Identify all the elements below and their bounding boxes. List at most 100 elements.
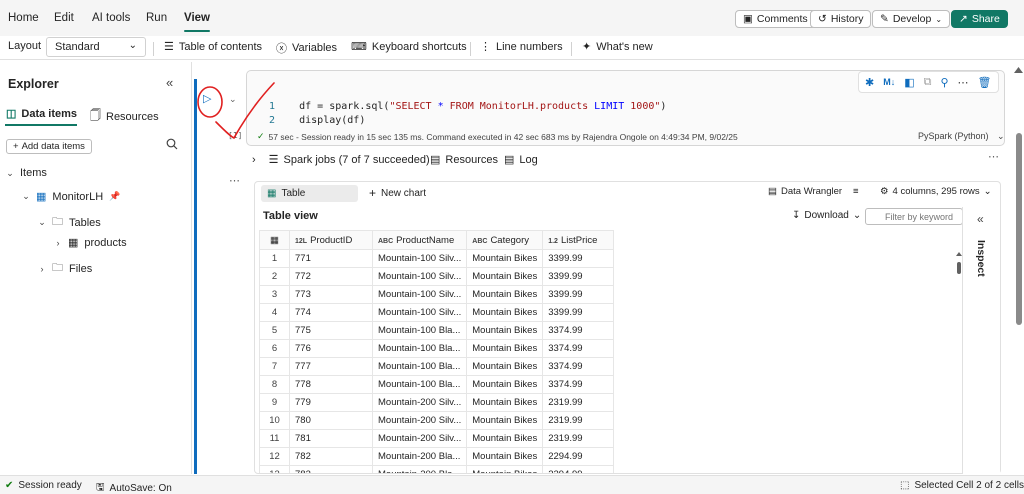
table-cell[interactable]: Mountain-100 Bla... (371, 357, 468, 376)
tree-item-products[interactable]: › ▦ products (54, 236, 127, 250)
table-settings-button[interactable]: ⚙ 4 columns, 295 rows ⌄ (880, 186, 992, 197)
tree-item-lakehouse[interactable]: ⌄ ▦ MonitorLH 📌 (22, 190, 120, 204)
table-cell[interactable]: Mountain-100 Silv... (371, 285, 468, 304)
table-cell[interactable]: Mountain-100 Bla... (371, 375, 468, 394)
pin-icon[interactable]: 📌 (109, 191, 120, 202)
table-cell[interactable]: Mountain-200 Bla... (371, 465, 468, 473)
table-cell[interactable]: 2319.99 (542, 429, 615, 448)
keyboard-shortcuts-button[interactable]: ⌨ Keyboard shortcuts (351, 40, 467, 54)
table-row[interactable]: 6 776 Mountain-100 Bla... Mountain Bikes 337… (259, 339, 615, 358)
tree-items-header[interactable]: ⌄ Items (6, 167, 47, 179)
scroll-up-icon[interactable] (1013, 66, 1024, 74)
whats-new-button[interactable]: ✦ What's new (582, 40, 653, 54)
log-link[interactable]: ▤ Log (504, 153, 538, 167)
table-of-contents-button[interactable]: ☰ Table of contents (164, 40, 262, 54)
comments-button[interactable]: ▣ Comments (735, 10, 816, 28)
data-wrangler-button[interactable]: ▤ Data Wrangler (768, 186, 842, 197)
autosave-status[interactable]: 🖫 AutoSave: On (96, 480, 172, 494)
table-cell[interactable]: Mountain Bikes (466, 393, 544, 412)
table-cell[interactable]: Mountain Bikes (466, 465, 544, 473)
table-cell[interactable]: Mountain Bikes (466, 267, 544, 286)
table-row[interactable]: 9 779 Mountain-200 Silv... Mountain Bikes 23… (259, 393, 615, 412)
tab-data-items[interactable]: ◫ Data items (6, 107, 77, 121)
markdown-icon[interactable]: M↓ (883, 77, 895, 87)
table-row[interactable]: 1 771 Mountain-100 Silv... Mountain Bikes 33… (259, 249, 615, 268)
code-line-2[interactable]: 2 display(df) (269, 115, 365, 126)
table-cell[interactable]: Mountain-100 Bla... (371, 339, 468, 358)
table-cell[interactable]: 2319.99 (542, 393, 615, 412)
table-cell[interactable]: 783 (289, 465, 373, 473)
table-row[interactable]: 3 773 Mountain-100 Silv... Mountain Bikes 33… (259, 285, 615, 304)
table-cell[interactable]: Mountain-100 Silv... (371, 249, 468, 268)
table-cell[interactable]: Mountain Bikes (466, 429, 544, 448)
table-cell[interactable]: Mountain Bikes (466, 321, 544, 340)
table-row[interactable]: 2 772 Mountain-100 Silv... Mountain Bikes 33… (259, 267, 615, 286)
table-cell[interactable]: Mountain Bikes (466, 285, 544, 304)
copilot-icon[interactable]: ✱ (865, 76, 874, 89)
tree-item-files[interactable]: › 🗀 Files (38, 259, 93, 278)
layout-select[interactable]: Standard ⌄ (46, 37, 146, 57)
table-cell[interactable]: Mountain Bikes (466, 411, 544, 430)
language-select[interactable]: PySpark (Python) ⌄ (918, 131, 1005, 142)
table-scrollbar[interactable] (956, 252, 962, 274)
table-cell[interactable]: 3374.99 (542, 321, 615, 340)
table-cell[interactable]: 3399.99 (542, 267, 615, 286)
table-cell[interactable]: 3374.99 (542, 339, 615, 358)
lock-icon[interactable]: ⚲ (940, 76, 948, 89)
table-cell[interactable]: 773 (289, 285, 373, 304)
line-numbers-button[interactable]: ⋮ Line numbers (480, 40, 563, 54)
menu-run[interactable]: Run (146, 12, 167, 24)
search-icon[interactable] (166, 138, 178, 153)
session-status[interactable]: ✔ Session ready (5, 480, 82, 491)
table-row[interactable]: 7 777 Mountain-100 Bla... Mountain Bikes 337… (259, 357, 615, 376)
table-cell[interactable]: 2319.99 (542, 411, 615, 430)
more-icon[interactable]: ⋯ (229, 174, 240, 187)
table-cell[interactable]: Mountain-200 Bla... (371, 447, 468, 466)
inspect-label[interactable]: Inspect (975, 240, 987, 277)
expand-icon[interactable]: « (977, 212, 984, 226)
table-tab[interactable]: ▦ Table (261, 185, 358, 202)
code-line-1[interactable]: 1 df = spark.sql("SELECT * FROM MonitorL… (269, 101, 666, 112)
table-row[interactable]: 12 782 Mountain-200 Bla... Mountain Bikes 22… (259, 447, 615, 466)
table-row[interactable]: 5 775 Mountain-100 Bla... Mountain Bikes 337… (259, 321, 615, 340)
table-cell[interactable]: 775 (289, 321, 373, 340)
table-cell[interactable]: 778 (289, 375, 373, 394)
table-cell[interactable]: 3374.99 (542, 375, 615, 394)
table-cell[interactable]: 774 (289, 303, 373, 322)
table-cell[interactable]: 777 (289, 357, 373, 376)
table-row[interactable]: 4 774 Mountain-100 Silv... Mountain Bikes 33… (259, 303, 615, 322)
table-cell[interactable]: 3399.99 (542, 249, 615, 268)
table-row[interactable]: 13783Mountain-200 Bla...Mountain Bikes22… (259, 465, 615, 473)
column-header-productid[interactable]: 12L ProductID (289, 230, 373, 250)
table-row[interactable]: 11 781 Mountain-200 Silv... Mountain Bikes 2… (259, 429, 615, 448)
menu-ai-tools[interactable]: AI tools (92, 12, 130, 24)
table-cell[interactable]: 780 (289, 411, 373, 430)
table-cell[interactable]: Mountain Bikes (466, 357, 544, 376)
delete-icon[interactable]: 🗑 (978, 76, 992, 89)
column-header-productname[interactable]: ABC ProductName (371, 230, 468, 250)
table-cell[interactable]: 3399.99 (542, 303, 615, 322)
table-cell[interactable]: Mountain-200 Silv... (371, 429, 468, 448)
table-cell[interactable]: 3374.99 (542, 357, 615, 376)
table-cell[interactable]: Mountain Bikes (466, 339, 544, 358)
add-data-items-button[interactable]: + Add data items (6, 139, 92, 154)
table-cell[interactable]: 782 (289, 447, 373, 466)
tab-resources[interactable]: 🗍 Resources (90, 107, 159, 126)
table-row[interactable]: 8 778 Mountain-100 Bla... Mountain Bikes 337… (259, 375, 615, 394)
develop-button[interactable]: ✎ Develop ⌄ (872, 10, 951, 28)
table-cell[interactable]: Mountain Bikes (466, 375, 544, 394)
column-header-listprice[interactable]: 1.2 ListPrice (542, 230, 615, 250)
table-cell[interactable]: Mountain-100 Silv... (371, 267, 468, 286)
filter-input[interactable] (865, 208, 963, 225)
table-cell[interactable]: 3399.99 (542, 285, 615, 304)
more-icon[interactable]: ⋯ (988, 150, 999, 163)
new-chart-button[interactable]: + New chart (369, 186, 426, 200)
share-button[interactable]: ↗ Share (951, 10, 1008, 28)
scrollbar-thumb[interactable] (1016, 133, 1022, 325)
table-cell[interactable]: Mountain-200 Silv... (371, 393, 468, 412)
table-cell[interactable]: 772 (289, 267, 373, 286)
tree-item-tables[interactable]: ⌄ 🗀 Tables (38, 213, 101, 232)
copy-icon[interactable]: ⧉ (924, 76, 932, 89)
variables-button[interactable]: ⓧ Variables (276, 40, 337, 56)
resources-link[interactable]: ▤ Resources (430, 153, 498, 167)
